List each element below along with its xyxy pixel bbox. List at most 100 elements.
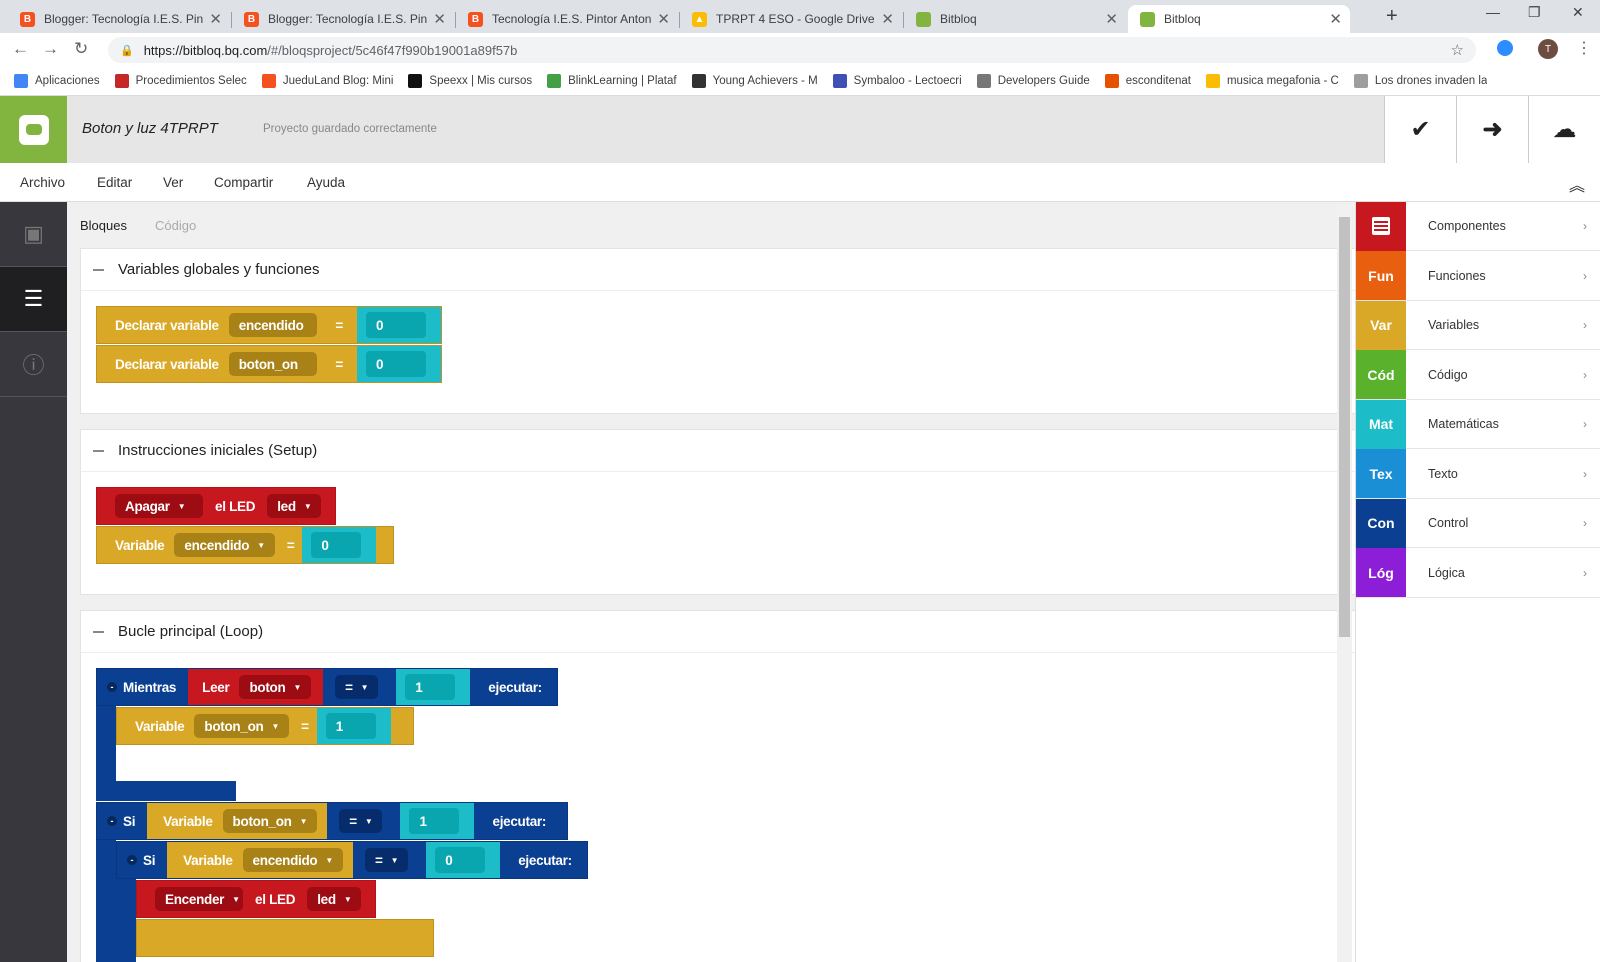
if-block[interactable]: - Si Variable boton_on ▼ = ▼ 1 ejecutar: (96, 802, 568, 840)
browser-tab[interactable]: B Blogger: Tecnología I.E.S. Pintor A ✕ (232, 5, 454, 33)
extension-icon[interactable] (1497, 40, 1513, 56)
menu-editar[interactable]: Editar (97, 175, 132, 190)
while-block[interactable]: - Mientras Leer boton ▼ = ▼ 1 ejecutar: (96, 668, 558, 706)
number-block[interactable]: 1 (316, 708, 391, 744)
operator-dropdown[interactable]: = ▼ (339, 809, 383, 833)
profile-avatar[interactable]: T (1538, 39, 1558, 59)
bookmark-star-icon[interactable]: ☆ (1451, 41, 1464, 59)
palette-item-lógica[interactable]: Lóg Lógica › (1356, 548, 1600, 598)
operator-dropdown[interactable]: = ▼ (335, 675, 379, 699)
set-variable-block[interactable]: Variable encendido ▼ = 0 (96, 526, 394, 564)
browser-tab[interactable]: B Blogger: Tecnología I.E.S. Pintor A ✕ (8, 5, 230, 33)
scroll-thumb[interactable] (1339, 217, 1350, 637)
pin-dropdown[interactable]: boton ▼ (239, 675, 312, 699)
section-header[interactable]: Variables globales y funciones (81, 249, 1360, 291)
project-title[interactable]: Boton y luz 4TPRPT (82, 120, 218, 137)
number-block[interactable]: 1 (400, 803, 475, 839)
collapse-block-icon[interactable]: - (107, 682, 117, 692)
number-block[interactable]: 0 (426, 842, 501, 878)
collapse-block-icon[interactable]: - (127, 855, 137, 865)
close-tab-icon[interactable]: ✕ (881, 10, 894, 28)
variable-getter-block[interactable]: Variable encendido ▼ (167, 842, 353, 878)
variable-dropdown[interactable]: boton_on ▼ (194, 714, 290, 738)
close-tab-icon[interactable]: ✕ (657, 10, 670, 28)
bitbloq-logo[interactable] (0, 96, 67, 163)
browser-menu-icon[interactable]: ⋮ (1576, 38, 1592, 58)
bookmark-item[interactable]: musica megafonia - C (1205, 73, 1339, 88)
menu-ayuda[interactable]: Ayuda (307, 175, 345, 190)
variable-dropdown[interactable]: encendido ▼ (174, 533, 275, 557)
bookmark-item[interactable]: Aplicaciones (14, 73, 100, 88)
number-block[interactable]: 0 (357, 307, 441, 343)
rail-hardware-button[interactable]: ▣ (0, 202, 67, 267)
new-tab-icon[interactable]: + (1386, 5, 1398, 28)
forward-icon[interactable]: → (42, 39, 59, 59)
variable-dropdown[interactable]: boton_on ▼ (222, 809, 318, 833)
bookmark-item[interactable]: Symbaloo - Lectoecri (832, 73, 962, 88)
palette-item-texto[interactable]: Tex Texto › (1356, 449, 1600, 499)
browser-tab[interactable]: Bitbloq ✕ (904, 5, 1126, 33)
bookmark-item[interactable]: JueduLand Blog: Mini (261, 73, 393, 88)
tab-blocks[interactable]: Bloques (80, 218, 127, 233)
variable-name-field[interactable]: encendido (228, 313, 318, 337)
collapse-icon[interactable]: ︽ (1569, 172, 1585, 196)
led-on-block[interactable]: Encender ▼ el LED led ▼ (136, 880, 376, 918)
set-variable-block[interactable]: Variable boton_on ▼ = 1 (116, 707, 414, 745)
back-icon[interactable]: ← (12, 39, 29, 59)
close-tab-icon[interactable]: ✕ (433, 10, 446, 28)
variable-getter-block[interactable]: Variable boton_on ▼ (147, 803, 328, 839)
bookmark-item[interactable]: Procedimientos Selec (114, 73, 247, 88)
bookmark-item[interactable]: Speexx | Mis cursos (408, 73, 532, 88)
browser-tab-active[interactable]: Bitbloq ✕ (1128, 5, 1350, 33)
declare-variable-block[interactable]: Declarar variable boton_on = 0 (96, 345, 442, 383)
restore-icon[interactable]: ❐ (1528, 4, 1541, 21)
collapse-minus-icon[interactable] (93, 449, 104, 452)
rail-blocks-button[interactable]: ☰ (0, 267, 67, 332)
palette-item-funciones[interactable]: Fun Funciones › (1356, 251, 1600, 301)
palette-item-matemáticas[interactable]: Mat Matemáticas › (1356, 399, 1600, 449)
bookmark-item[interactable]: Young Achievers - M (691, 73, 818, 88)
led-action-dropdown[interactable]: Apagar ▼ (115, 494, 203, 518)
menu-ver[interactable]: Ver (163, 175, 183, 190)
number-block[interactable]: 0 (357, 346, 441, 382)
read-pin-block[interactable]: Leer boton ▼ (188, 669, 324, 705)
menu-compartir[interactable]: Compartir (214, 175, 273, 190)
close-tab-icon[interactable]: ✕ (1329, 10, 1342, 28)
menu-archivo[interactable]: Archivo (20, 175, 65, 190)
collapse-block-icon[interactable]: - (107, 816, 117, 826)
led-target-dropdown[interactable]: led ▼ (267, 494, 322, 518)
close-tab-icon[interactable]: ✕ (209, 10, 222, 28)
palette-item-código[interactable]: Cód Código › (1356, 350, 1600, 400)
browser-tab[interactable]: ▲ TPRPT 4 ESO - Google Drive ✕ (680, 5, 902, 33)
variable-dropdown[interactable]: encendido ▼ (242, 848, 343, 872)
led-off-block[interactable]: Apagar ▼ el LED led ▼ (96, 487, 336, 525)
cloud-button[interactable]: ☁ (1528, 96, 1600, 163)
palette-item-variables[interactable]: Var Variables › (1356, 300, 1600, 350)
url-input[interactable]: 🔒 https://bitbloq.bq.com/#/bloqsproject/… (108, 37, 1476, 63)
declare-variable-block[interactable]: Declarar variable encendido = 0 (96, 306, 442, 344)
bookmark-item[interactable]: esconditenat (1104, 73, 1191, 88)
verify-button[interactable]: ✔ (1384, 96, 1456, 163)
section-header[interactable]: Bucle principal (Loop) (81, 611, 1360, 653)
minimize-icon[interactable]: — (1486, 4, 1500, 20)
close-tab-icon[interactable]: ✕ (1105, 10, 1118, 28)
partial-variable-block[interactable] (136, 919, 434, 957)
variable-name-field[interactable]: boton_on (228, 352, 318, 376)
collapse-minus-icon[interactable] (93, 268, 104, 271)
workspace-scrollbar[interactable] (1337, 205, 1352, 962)
palette-item-control[interactable]: Con Control › (1356, 498, 1600, 548)
collapse-minus-icon[interactable] (93, 630, 104, 633)
led-target-dropdown[interactable]: led ▼ (307, 887, 362, 911)
operator-dropdown[interactable]: = ▼ (364, 848, 409, 872)
if-block[interactable]: - Si Variable encendido ▼ = ▼ 0 ejecutar: (116, 841, 588, 879)
number-block[interactable]: 0 (302, 527, 377, 563)
bookmark-item[interactable]: BlinkLearning | Plataf (547, 73, 677, 88)
palette-item-componentes[interactable]: Componentes › (1356, 201, 1600, 251)
section-header[interactable]: Instrucciones iniciales (Setup) (81, 430, 1360, 472)
led-action-dropdown[interactable]: Encender ▼ (155, 887, 243, 911)
bookmark-item[interactable]: Los drones invaden la (1353, 73, 1487, 88)
browser-tab[interactable]: B Tecnología I.E.S. Pintor Antonio L ✕ (456, 5, 678, 33)
reload-icon[interactable]: ↻ (74, 39, 88, 59)
close-window-icon[interactable]: ✕ (1572, 4, 1584, 21)
upload-button[interactable]: ➜ (1456, 96, 1528, 163)
